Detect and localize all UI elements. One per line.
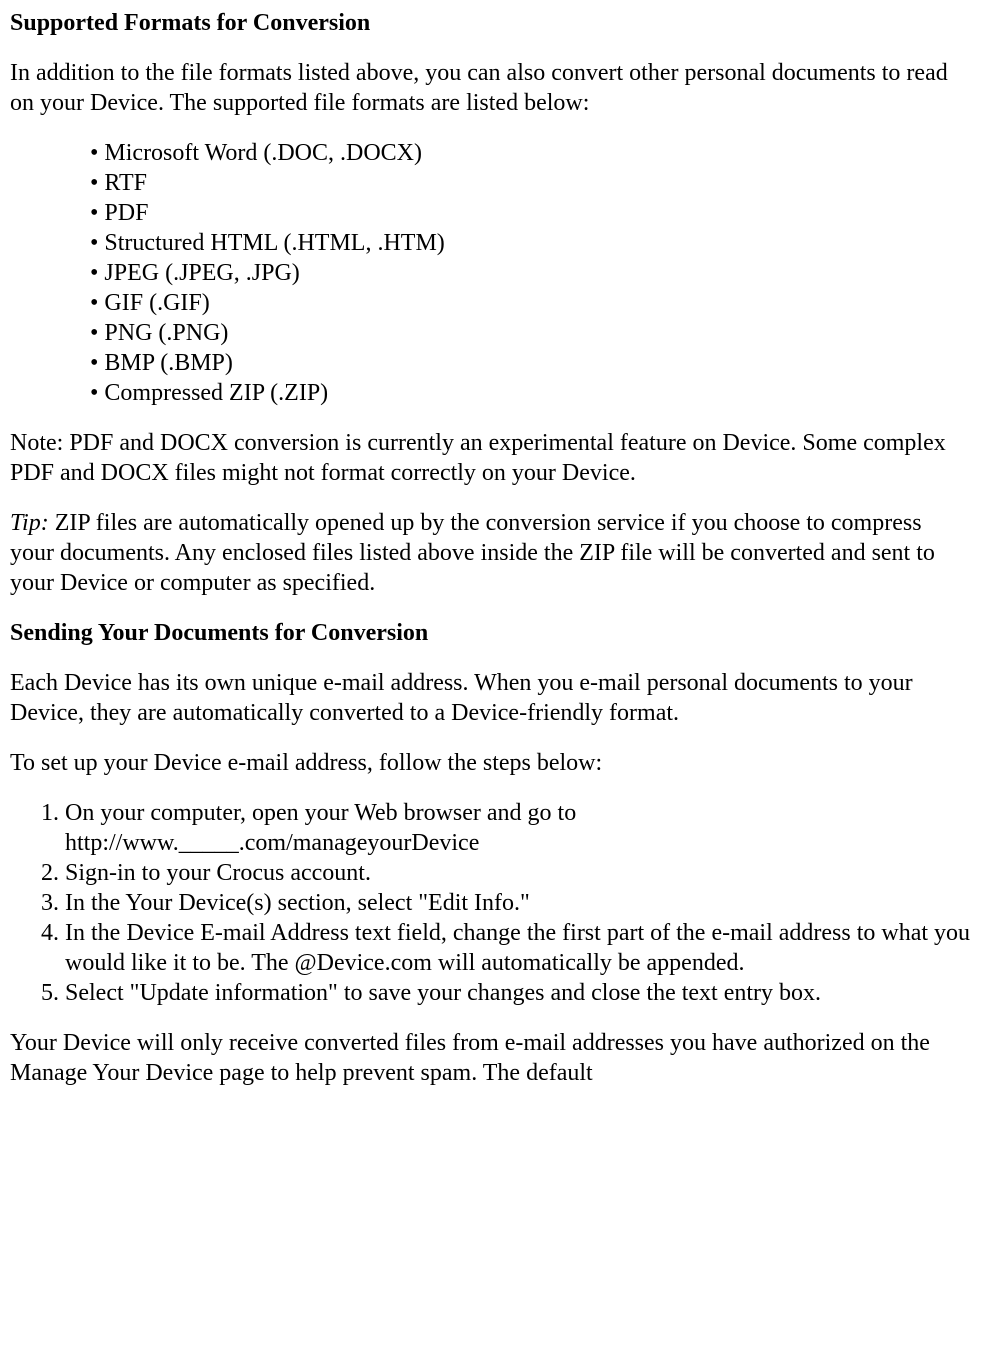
list-item: JPEG (.JPEG, .JPG): [90, 258, 971, 288]
tip-paragraph: Tip: ZIP files are automatically opened …: [10, 508, 971, 598]
list-item: PNG (.PNG): [90, 318, 971, 348]
list-item: Structured HTML (.HTML, .HTM): [90, 228, 971, 258]
section-heading-formats: Supported Formats for Conversion: [10, 8, 971, 38]
steps-list: On your computer, open your Web browser …: [10, 798, 971, 1008]
section-heading-sending: Sending Your Documents for Conversion: [10, 618, 971, 648]
list-item: RTF: [90, 168, 971, 198]
tip-text: ZIP files are automatically opened up by…: [10, 510, 935, 596]
steps-intro-paragraph: To set up your Device e-mail address, fo…: [10, 748, 971, 778]
list-item: Sign-in to your Crocus account.: [65, 858, 971, 888]
list-item: Microsoft Word (.DOC, .DOCX): [90, 138, 971, 168]
list-item: BMP (.BMP): [90, 348, 971, 378]
list-item: On your computer, open your Web browser …: [65, 798, 971, 858]
list-item: Select "Update information" to save your…: [65, 978, 971, 1008]
trailing-paragraph: Your Device will only receive converted …: [10, 1028, 971, 1088]
list-item: PDF: [90, 198, 971, 228]
list-item: In the Device E-mail Address text field,…: [65, 918, 971, 978]
list-item: GIF (.GIF): [90, 288, 971, 318]
formats-intro-paragraph: In addition to the file formats listed a…: [10, 58, 971, 118]
note-paragraph: Note: PDF and DOCX conversion is current…: [10, 428, 971, 488]
formats-list: Microsoft Word (.DOC, .DOCX) RTF PDF Str…: [10, 138, 971, 408]
list-item: Compressed ZIP (.ZIP): [90, 378, 971, 408]
list-item: In the Your Device(s) section, select "E…: [65, 888, 971, 918]
sending-intro-paragraph: Each Device has its own unique e-mail ad…: [10, 668, 971, 728]
tip-label: Tip:: [10, 510, 49, 536]
